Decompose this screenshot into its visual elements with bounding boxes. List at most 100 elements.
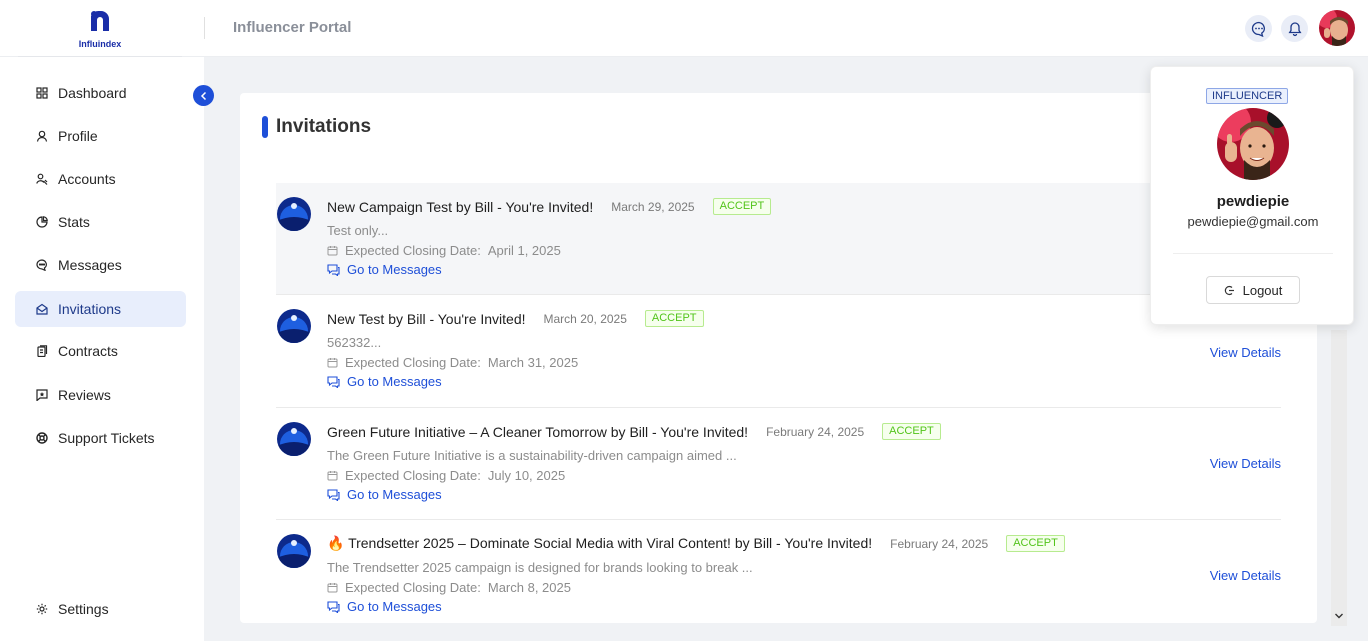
role-badge: INFLUENCER	[1206, 88, 1289, 104]
message-link-icon	[327, 263, 340, 276]
go-to-messages-label: Go to Messages	[347, 374, 442, 389]
invitation-date: February 24, 2025	[766, 424, 865, 439]
closing-date-label: Expected Closing Date:	[345, 468, 481, 483]
go-to-messages-link[interactable]: Go to Messages	[327, 599, 442, 614]
closing-date: Expected Closing Date: April 1, 2025	[327, 243, 561, 258]
sidebar-item-profile[interactable]: Profile	[15, 118, 186, 154]
invitation-title: Green Future Initiative – A Cleaner Tomo…	[327, 423, 749, 440]
go-to-messages-link[interactable]: Go to Messages	[327, 262, 442, 277]
gear-icon	[35, 602, 49, 616]
closing-date-value: July 10, 2025	[487, 468, 566, 483]
view-details-link[interactable]: View Details	[1210, 568, 1281, 583]
campaign-avatar	[277, 309, 311, 343]
sidebar-item-label: Contracts	[58, 343, 118, 359]
scrollbar[interactable]	[1331, 330, 1347, 626]
sidebar-item-label: Invitations	[58, 301, 122, 317]
profile-name: pewdiepie	[1216, 193, 1290, 210]
closing-date: Expected Closing Date: July 10, 2025	[327, 468, 565, 483]
closing-date-value: March 31, 2025	[487, 355, 579, 370]
go-to-messages-link[interactable]: Go to Messages	[327, 487, 442, 502]
bell-icon[interactable]	[1281, 15, 1308, 42]
invitation-date: March 20, 2025	[543, 311, 627, 326]
invitation-row[interactable]: 🔥 Trendsetter 2025 – Dominate Social Med…	[276, 520, 1281, 623]
closing-date-label: Expected Closing Date:	[345, 580, 481, 595]
invitation-header: New Campaign Test by Bill - You're Invit…	[327, 198, 772, 215]
portal-title: Influencer Portal	[233, 19, 352, 36]
invitation-description: The Trendsetter 2025 campaign is designe…	[327, 560, 753, 575]
sidebar-item-invitations[interactable]: Invitations	[15, 291, 186, 327]
invitation-header: 🔥 Trendsetter 2025 – Dominate Social Med…	[327, 535, 1065, 552]
sidebar-item-label: Messages	[58, 257, 122, 273]
profile-dropdown: INFLUENCER pewdiepie pewdiepie@gmail.com…	[1150, 66, 1354, 325]
view-details-link[interactable]: View Details	[1210, 456, 1281, 471]
sidebar-item-messages[interactable]: Messages	[15, 247, 186, 283]
user-avatar[interactable]	[1319, 10, 1355, 46]
invitation-row[interactable]: Green Future Initiative – A Cleaner Tomo…	[276, 408, 1281, 520]
sidebar-item-dashboard[interactable]: Dashboard	[15, 75, 186, 111]
go-to-messages-label: Go to Messages	[347, 599, 442, 614]
mail-icon	[35, 302, 49, 316]
invitation-description: 562332...	[327, 335, 382, 350]
invitation-date: February 24, 2025	[890, 536, 989, 551]
closing-date: Expected Closing Date: March 31, 2025	[327, 355, 578, 370]
sidebar-item-label: Reviews	[58, 387, 111, 403]
review-icon	[35, 388, 49, 402]
campaign-avatar	[277, 534, 311, 568]
sidebar-item-label: Support Tickets	[58, 430, 155, 446]
sidebar-collapse-button[interactable]	[193, 85, 214, 106]
brand-logo[interactable]: Influindex	[70, 10, 130, 49]
message-icon	[35, 258, 49, 272]
calendar-icon	[327, 583, 338, 593]
title-accent-bar	[262, 116, 268, 138]
logout-label: Logout	[1242, 282, 1283, 298]
sidebar-item-label: Stats	[58, 214, 90, 230]
status-badge: ACCEPT	[882, 423, 941, 440]
status-badge: ACCEPT	[644, 310, 704, 327]
grid-icon	[35, 86, 49, 100]
campaign-avatar	[277, 422, 311, 456]
message-link-icon	[327, 488, 340, 501]
campaign-avatar	[277, 197, 311, 231]
logout-icon	[1224, 285, 1235, 296]
sidebar-item-settings[interactable]: Settings	[15, 591, 186, 627]
invitation-title: New Test by Bill - You're Invited!	[327, 310, 526, 327]
sidebar-item-label: Settings	[58, 601, 109, 617]
sidebar-item-contracts[interactable]: Contracts	[15, 333, 186, 369]
invitation-title: New Campaign Test by Bill - You're Invit…	[327, 198, 594, 215]
invitation-title: 🔥 Trendsetter 2025 – Dominate Social Med…	[327, 535, 873, 551]
go-to-messages-label: Go to Messages	[347, 262, 442, 277]
closing-date-label: Expected Closing Date:	[345, 355, 481, 370]
scroll-down-arrow[interactable]	[1331, 608, 1347, 624]
sidebar-item-support-tickets[interactable]: Support Tickets	[15, 420, 186, 456]
page-title: Invitations	[276, 116, 372, 137]
calendar-icon	[327, 471, 338, 481]
go-to-messages-link[interactable]: Go to Messages	[327, 374, 442, 389]
view-details-link[interactable]: View Details	[1210, 345, 1281, 360]
invitation-header: New Test by Bill - You're Invited! March…	[327, 310, 704, 327]
calendar-icon	[327, 246, 338, 256]
invitation-description: The Green Future Initiative is a sustain…	[327, 448, 737, 463]
invitation-header: Green Future Initiative – A Cleaner Tomo…	[327, 423, 941, 440]
top-header: Influindex Influencer Portal	[0, 0, 1368, 57]
sidebar-item-accounts[interactable]: Accounts	[15, 161, 186, 197]
sidebar: Dashboard Profile Accounts Stats Message…	[0, 57, 204, 641]
profile-avatar	[1217, 108, 1289, 180]
sidebar-item-reviews[interactable]: Reviews	[15, 377, 186, 413]
chevron-left-icon	[200, 91, 206, 100]
invitation-description: Test only...	[327, 223, 389, 238]
logout-button[interactable]: Logout	[1206, 276, 1300, 304]
message-link-icon	[327, 375, 340, 388]
chat-icon[interactable]	[1245, 15, 1272, 42]
closing-date-value: April 1, 2025	[487, 243, 561, 258]
logo-mark-icon	[91, 10, 109, 31]
calendar-icon	[327, 358, 338, 368]
sidebar-item-stats[interactable]: Stats	[15, 204, 186, 240]
invitation-row[interactable]: New Campaign Test by Bill - You're Invit…	[276, 183, 1281, 295]
document-icon	[35, 344, 49, 358]
closing-date-value: March 8, 2025	[487, 580, 571, 595]
closing-date-label: Expected Closing Date:	[345, 243, 481, 258]
header-divider	[204, 17, 205, 39]
invitation-row[interactable]: New Test by Bill - You're Invited! March…	[276, 295, 1281, 408]
message-link-icon	[327, 600, 340, 613]
invitation-date: March 29, 2025	[611, 199, 695, 214]
